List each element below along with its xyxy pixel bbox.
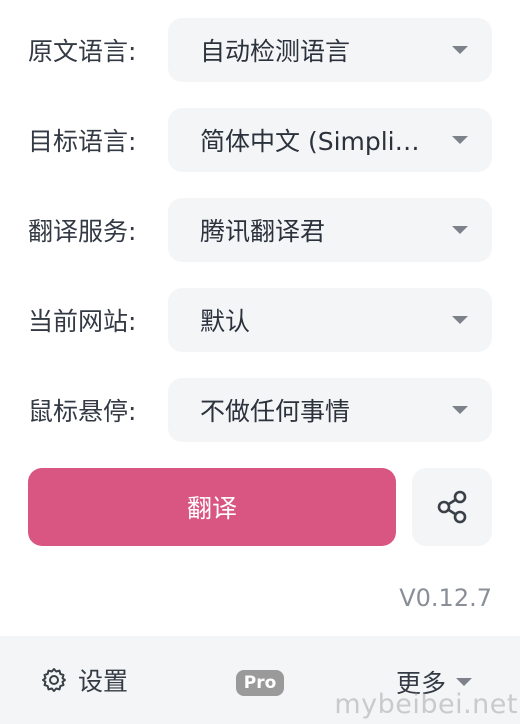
caret-down-icon <box>456 678 473 686</box>
translation-service-label: 翻译服务: <box>28 217 137 246</box>
source-language-select[interactable]: 自动检测语言 <box>168 18 492 82</box>
current-site-value: 默认 <box>200 307 251 336</box>
caret-down-icon <box>452 46 468 54</box>
settings-button[interactable]: 设置 <box>40 662 128 698</box>
mouse-hover-value: 不做任何事情 <box>200 397 351 426</box>
translate-button[interactable]: 翻译 <box>28 468 396 546</box>
settings-label: 设置 <box>78 667 129 696</box>
translation-service-select[interactable]: 腾讯翻译君 <box>168 198 492 262</box>
caret-down-icon <box>452 406 468 414</box>
target-language-label: 目标语言: <box>28 127 137 156</box>
caret-down-icon <box>452 316 468 324</box>
target-language-select[interactable]: 简体中文 (Simplified Chinese) <box>168 108 492 172</box>
mouse-hover-label: 鼠标悬停: <box>28 397 137 426</box>
gear-icon <box>42 668 66 692</box>
watermark: mybeibei.net <box>334 689 518 720</box>
version-label: V0.12.7 <box>399 584 492 612</box>
current-site-row: 当前网站: 默认 <box>28 288 492 352</box>
target-language-row: 目标语言: 简体中文 (Simplified Chinese) <box>28 108 492 172</box>
caret-down-icon <box>452 136 468 144</box>
pro-badge[interactable]: Pro <box>236 670 284 696</box>
share-button[interactable] <box>412 468 492 546</box>
caret-down-icon <box>452 226 468 234</box>
source-language-row: 原文语言: 自动检测语言 <box>28 18 492 82</box>
target-language-value: 简体中文 (Simplified Chinese) <box>200 127 432 156</box>
translation-service-value: 腾讯翻译君 <box>200 217 326 246</box>
current-site-select[interactable]: 默认 <box>168 288 492 352</box>
share-icon <box>437 490 467 524</box>
mouse-hover-row: 鼠标悬停: 不做任何事情 <box>28 378 492 442</box>
source-language-value: 自动检测语言 <box>200 37 351 66</box>
mouse-hover-select[interactable]: 不做任何事情 <box>168 378 492 442</box>
translation-service-row: 翻译服务: 腾讯翻译君 <box>28 198 492 262</box>
current-site-label: 当前网站: <box>28 307 137 336</box>
source-language-label: 原文语言: <box>28 37 137 66</box>
